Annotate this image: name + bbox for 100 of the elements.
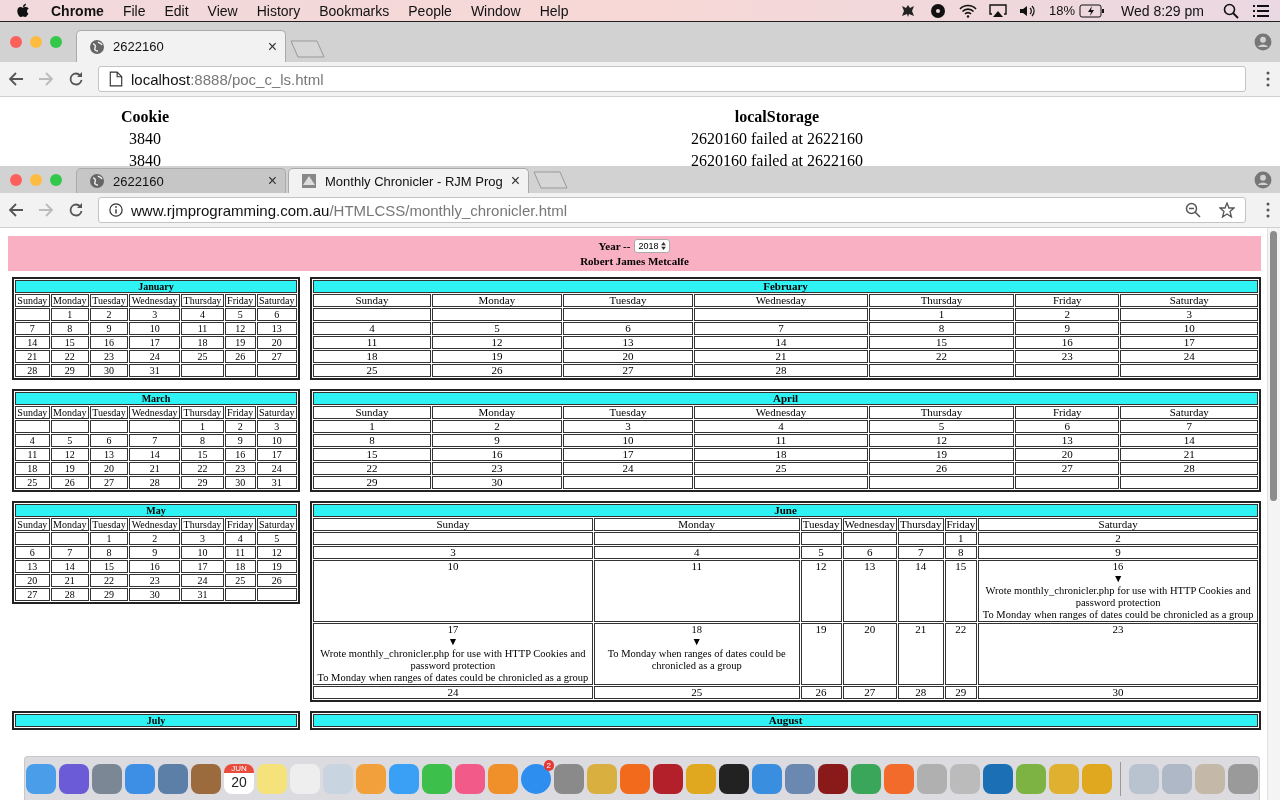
browser-tab[interactable]: Monthly Chronicler - RJM Prog × (288, 168, 530, 193)
tab-close-button[interactable]: × (267, 37, 277, 56)
wifi-icon[interactable] (958, 2, 977, 19)
day-cell: 10 (1120, 322, 1258, 335)
menu-item[interactable]: View (207, 2, 238, 19)
day-cell: 22 (944, 623, 978, 685)
event-note: Wrote monthly_chronicler.php for use with HTTP Cookies and password protection (984, 585, 1252, 609)
note-toggle[interactable]: ▼ (691, 636, 702, 647)
day-cell: 18 (224, 560, 256, 573)
menu-item[interactable]: History (256, 2, 301, 19)
profile-icon[interactable] (1254, 33, 1272, 51)
zoom-icon[interactable] (1185, 202, 1201, 218)
day-cell: 20 (1015, 448, 1120, 461)
new-tab-button[interactable] (290, 39, 326, 59)
note-toggle[interactable]: ▼ (447, 636, 459, 647)
day-cell: 9 (432, 434, 562, 447)
new-tab-button[interactable] (533, 170, 570, 190)
close-window-button[interactable] (10, 36, 22, 48)
close-window-button[interactable] (10, 173, 22, 186)
reload-icon[interactable] (68, 71, 84, 87)
app-icon[interactable]: 2 (521, 763, 551, 794)
menu-item[interactable]: Window (470, 2, 521, 19)
weekday-header: Monday (593, 518, 800, 531)
day-cell: 28 (1120, 462, 1258, 475)
weekday-header: Friday (224, 518, 256, 531)
day-cell: 15 (313, 448, 431, 461)
tab-close-button[interactable]: × (267, 172, 277, 190)
browser-tab[interactable]: 2622160 × (76, 168, 286, 193)
menu-item[interactable]: Bookmarks (319, 2, 390, 19)
notification-badge: 2 (543, 759, 554, 771)
weekday-header: Sunday (15, 406, 50, 419)
browser-tab[interactable]: 2622160 × (76, 30, 286, 62)
weekday-header: Friday (1015, 294, 1120, 307)
day-cell: 27 (15, 588, 50, 601)
zoom-window-button[interactable] (50, 173, 62, 186)
day-cell: 15 (181, 448, 224, 461)
weekday-header: Thursday (868, 406, 1015, 419)
menu-item[interactable]: Edit (164, 2, 189, 19)
profile-icon[interactable] (1254, 170, 1272, 189)
menu-icon[interactable] (1266, 71, 1270, 87)
disc-icon[interactable] (928, 2, 947, 19)
zoom-window-button[interactable] (50, 36, 62, 48)
day-number: 17 (446, 624, 460, 636)
address-bar[interactable]: localhost:8888/poc_c_ls.html (98, 66, 1246, 92)
day-cell: 5 (800, 546, 842, 559)
apple-icon[interactable] (17, 2, 31, 19)
month-title: April (313, 392, 1258, 405)
app-icon[interactable] (719, 763, 749, 794)
menu-icon[interactable] (1266, 202, 1270, 218)
day-cell: 26 (800, 686, 842, 699)
weekday-header: Tuesday (562, 294, 694, 307)
day-cell: 24 (1120, 350, 1258, 363)
weekday-header: Saturday (256, 406, 297, 419)
tab-title: 2622160 (113, 173, 165, 189)
day-cell: 6 (562, 322, 694, 335)
reload-icon[interactable] (68, 202, 84, 218)
list-icon[interactable] (1252, 2, 1270, 19)
star-icon[interactable] (1219, 202, 1235, 218)
menu-item[interactable]: People (408, 2, 452, 19)
day-cell: 16 (1015, 336, 1120, 349)
day-cell: 7 (50, 546, 89, 559)
menubar-clock[interactable]: Wed 8:29 pm (1121, 2, 1204, 19)
day-cell: 6 (256, 308, 297, 321)
day-cell: 14 (129, 448, 181, 461)
month-title: July (15, 714, 297, 727)
tab-close-button[interactable]: × (510, 172, 521, 190)
day-cell: 15 (89, 560, 129, 573)
back-arrow-icon[interactable] (8, 202, 24, 218)
day-cell: 16 (129, 560, 181, 573)
day-cell: 13 (256, 322, 297, 335)
day-cell: 23 (432, 462, 562, 475)
note-toggle[interactable]: ▼ (1112, 573, 1124, 584)
search-icon[interactable] (1222, 2, 1240, 19)
app-menu[interactable]: Chrome (51, 2, 104, 19)
event-note: Wrote monthly_chronicler.php for use with HTTP Cookies and password protection (319, 648, 587, 672)
day-cell: 5 (256, 532, 297, 545)
day-cell: 5 (432, 322, 562, 335)
weekday-header: Monday (50, 406, 89, 419)
day-cell: 4 (593, 546, 800, 559)
calendar-app-icon[interactable]: JUN 20 (224, 763, 254, 794)
year-select[interactable]: 2018 (634, 239, 671, 253)
forward-arrow-icon[interactable] (38, 71, 54, 87)
day-cell: 9 (89, 322, 129, 335)
app-icon[interactable] (818, 763, 848, 794)
back-arrow-icon[interactable] (8, 71, 24, 87)
forward-arrow-icon[interactable] (38, 202, 54, 218)
address-bar[interactable]: www.rjmprogramming.com.au/HTMLCSS/monthly_chronicler.html (98, 197, 1246, 223)
day-cell: 27 (89, 476, 129, 489)
info-icon[interactable] (109, 202, 123, 218)
airplay-icon[interactable] (988, 2, 1007, 19)
day-cell: 22 (89, 574, 129, 587)
column-header: localStorage (733, 107, 821, 128)
menu-item[interactable]: Help (539, 2, 569, 19)
day-cell: 23 (89, 350, 129, 363)
day-cell: 20 (89, 462, 129, 475)
menu-item[interactable]: File (122, 2, 146, 19)
scrollbar-thumb[interactable] (1270, 231, 1277, 501)
battery-icon[interactable] (1079, 3, 1105, 18)
day-cell: 21 (15, 350, 50, 363)
day-cell: 19 (800, 623, 842, 685)
